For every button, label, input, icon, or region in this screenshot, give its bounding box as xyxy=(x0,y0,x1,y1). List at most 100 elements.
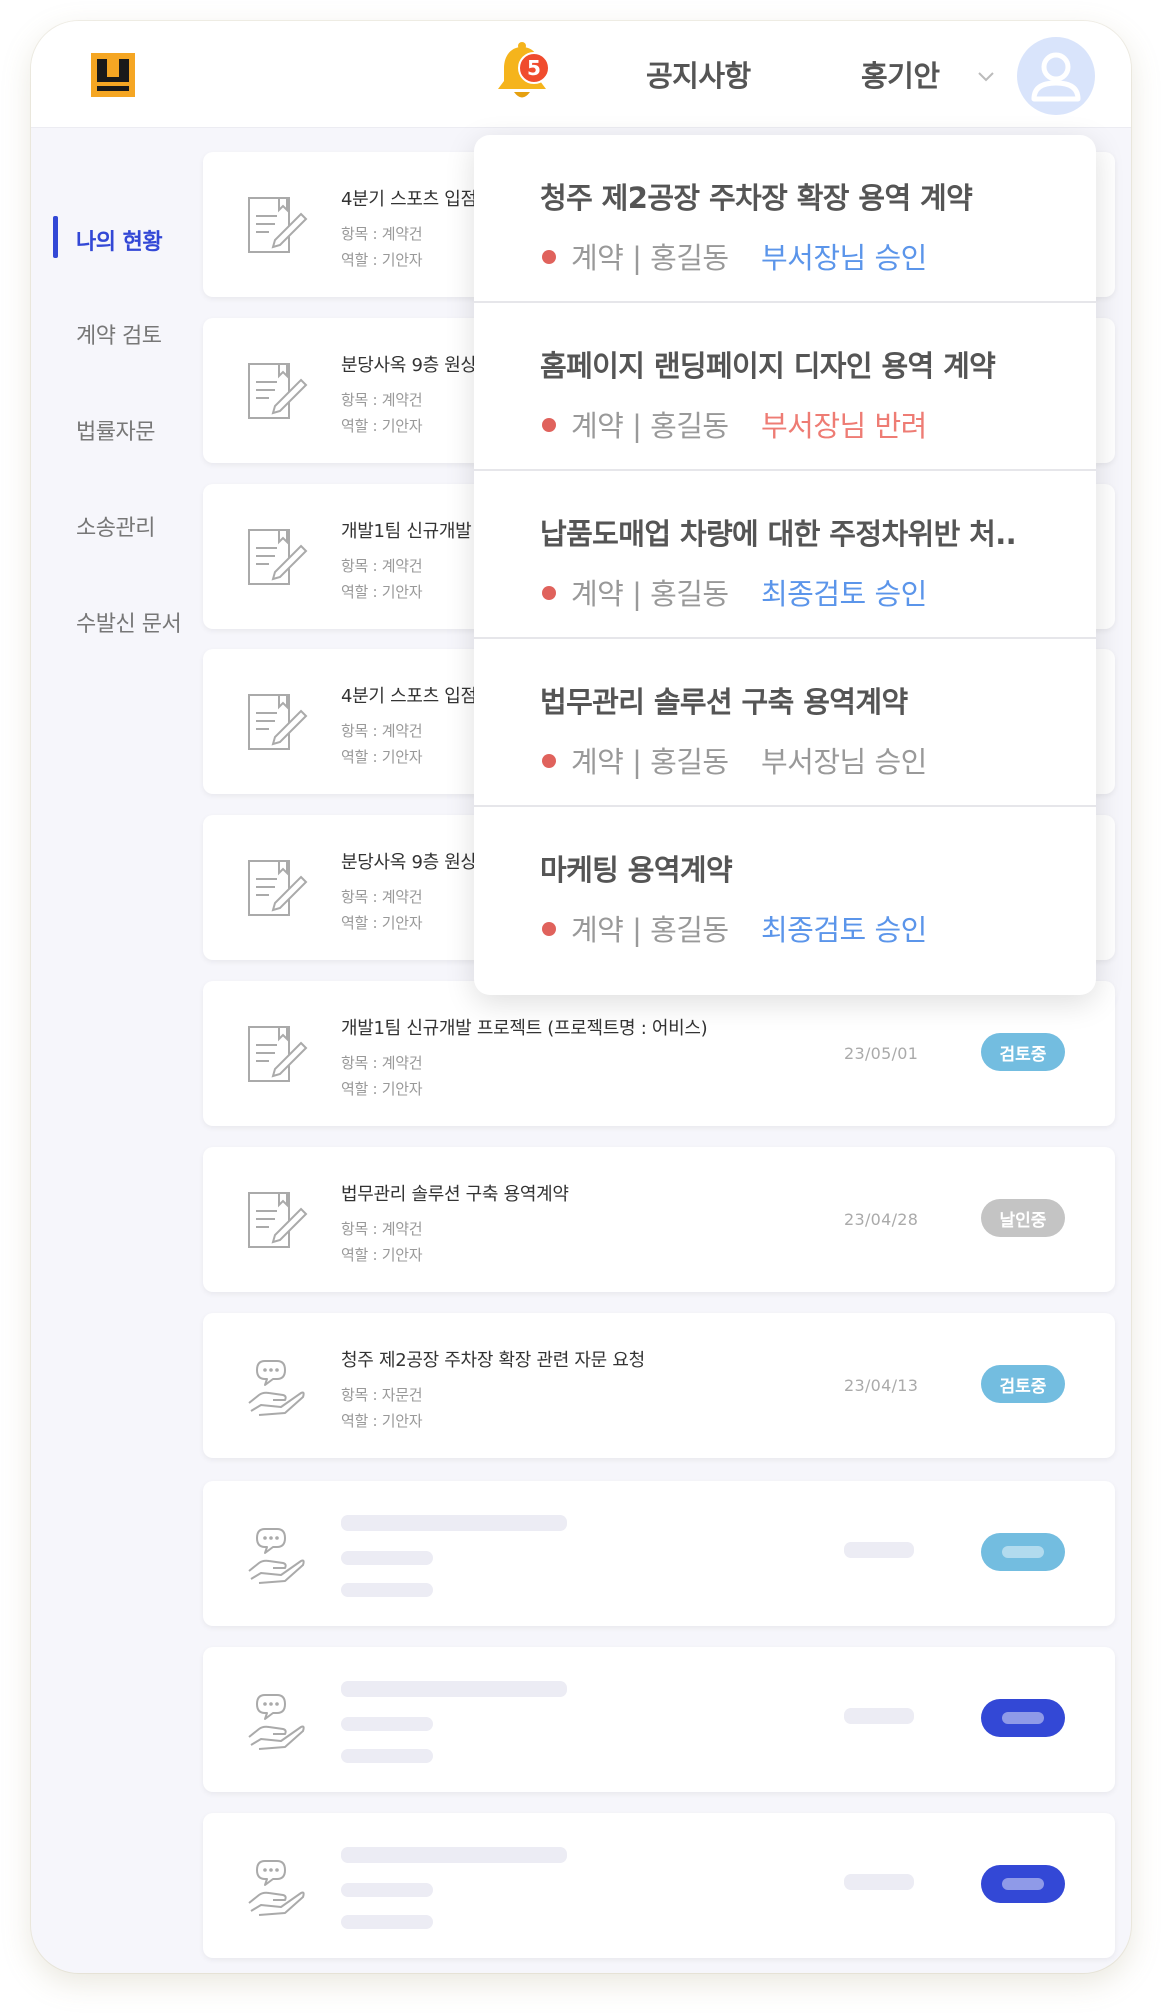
notification-status: 부서장님 승인 xyxy=(761,745,927,779)
notification-status: 부서장님 반려 xyxy=(761,409,927,443)
app-frame: 5 공지사항 홍기안 나의 현황 계약 검토 법률자문 소송관리 수발신 문서 xyxy=(31,21,1131,1973)
item-role: 역할 : 기안자 xyxy=(341,1412,423,1430)
document-pen-icon xyxy=(248,363,308,419)
unread-dot xyxy=(542,754,556,768)
skeleton-list-item xyxy=(203,1813,1115,1958)
active-indicator xyxy=(53,216,58,258)
sidebar-item-my-status[interactable]: 나의 현황 xyxy=(76,224,163,256)
document-pen-icon xyxy=(248,694,308,750)
document-pen-icon xyxy=(248,197,308,253)
skeleton-list-item xyxy=(203,1481,1115,1626)
notification-status: 최종검토 승인 xyxy=(761,577,927,611)
notice-link[interactable]: 공지사항 xyxy=(646,53,751,95)
skeleton-title xyxy=(341,1515,567,1531)
skeleton-line xyxy=(341,1717,433,1731)
hand-chat-icon xyxy=(248,1860,305,1916)
status-badge: 검토중 xyxy=(981,1033,1065,1071)
item-category: 항목 : 계약건 xyxy=(341,1220,423,1238)
item-role: 역할 : 기안자 xyxy=(341,1080,423,1098)
item-category: 항목 : 자문건 xyxy=(341,1386,423,1404)
document-pen-icon xyxy=(248,1026,308,1082)
skeleton-badge xyxy=(981,1865,1065,1903)
hand-chat-icon xyxy=(248,1694,305,1750)
list-item[interactable]: 개발1팀 신규개발 프로젝트 (프로젝트명 : 어비스) 항목 : 계약건 역할… xyxy=(203,981,1115,1126)
notification-status: 최종검토 승인 xyxy=(761,913,927,947)
notification-title: 마케팅 용역계약 xyxy=(540,853,733,887)
item-category: 항목 : 계약건 xyxy=(341,1054,423,1072)
status-badge: 날인중 xyxy=(981,1199,1065,1237)
notification-item[interactable]: 마케팅 용역계약 계약 | 홍길동 최종검토 승인 xyxy=(474,807,1096,975)
document-pen-icon xyxy=(248,529,308,585)
hand-chat-icon xyxy=(248,1360,305,1416)
chevron-down-icon[interactable] xyxy=(976,69,996,83)
hand-chat-icon xyxy=(248,1528,305,1584)
sidebar-item-legal-advice[interactable]: 법률자문 xyxy=(76,414,155,446)
notification-item[interactable]: 홈페이지 랜딩페이지 디자인 용역 계약 계약 | 홍길동 부서장님 반려 xyxy=(474,303,1096,471)
skeleton-title xyxy=(341,1681,567,1697)
skeleton-list-item xyxy=(203,1647,1115,1792)
item-category: 항목 : 계약건 xyxy=(341,225,423,243)
unread-dot xyxy=(542,586,556,600)
top-header: 5 공지사항 홍기안 xyxy=(31,21,1131,128)
item-title: 개발1팀 신규개발 xyxy=(341,521,472,542)
notification-item[interactable]: 법무관리 솔루션 구축 용역계약 계약 | 홍길동 부서장님 승인 xyxy=(474,639,1096,807)
user-name[interactable]: 홍기안 xyxy=(861,53,940,95)
sidebar-item-contract-review[interactable]: 계약 검토 xyxy=(76,318,162,350)
notification-meta: 계약 | 홍길동 xyxy=(571,577,729,611)
menu-icon[interactable] xyxy=(91,53,135,97)
skeleton-line xyxy=(341,1583,433,1597)
notification-meta: 계약 | 홍길동 xyxy=(571,241,729,275)
notification-status: 부서장님 승인 xyxy=(761,241,927,275)
item-title: 법무관리 솔루션 구축 용역계약 xyxy=(341,1184,569,1205)
notification-item[interactable]: 청주 제2공장 주차장 확장 용역 계약 계약 | 홍길동 부서장님 승인 xyxy=(474,135,1096,303)
notification-title: 법무관리 솔루션 구축 용역계약 xyxy=(540,685,908,719)
skeleton-line xyxy=(341,1749,433,1763)
item-role: 역할 : 기안자 xyxy=(341,748,423,766)
notification-meta: 계약 | 홍길동 xyxy=(571,913,729,947)
skeleton-date xyxy=(844,1708,914,1724)
sidebar: 나의 현황 계약 검토 법률자문 소송관리 수발신 문서 xyxy=(31,128,201,728)
notification-title: 납품도매업 차량에 대한 주정차위반 처.. xyxy=(540,517,1017,551)
avatar[interactable] xyxy=(1017,37,1095,115)
skeleton-badge xyxy=(981,1699,1065,1737)
item-date: 23/04/28 xyxy=(844,1210,919,1229)
skeleton-title xyxy=(341,1847,567,1863)
item-title: 분당사옥 9층 원상 xyxy=(341,355,477,376)
skeleton-line xyxy=(341,1915,433,1929)
notification-title: 청주 제2공장 주차장 확장 용역 계약 xyxy=(540,181,973,215)
notification-item[interactable]: 납품도매업 차량에 대한 주정차위반 처.. 계약 | 홍길동 최종검토 승인 xyxy=(474,471,1096,639)
unread-dot xyxy=(542,418,556,432)
skeleton-badge xyxy=(981,1533,1065,1571)
item-role: 역할 : 기안자 xyxy=(341,417,423,435)
list-item[interactable]: 법무관리 솔루션 구축 용역계약 항목 : 계약건 역할 : 기안자 23/04… xyxy=(203,1147,1115,1292)
item-role: 역할 : 기안자 xyxy=(341,1246,423,1264)
skeleton-date xyxy=(844,1874,914,1890)
status-badge: 검토중 xyxy=(981,1365,1065,1403)
document-pen-icon xyxy=(248,1192,308,1248)
item-role: 역할 : 기안자 xyxy=(341,583,423,601)
item-role: 역할 : 기안자 xyxy=(341,251,423,269)
item-title: 4분기 스포츠 입점 xyxy=(341,189,477,210)
item-title: 분당사옥 9층 원상 xyxy=(341,852,477,873)
item-date: 23/05/01 xyxy=(844,1044,919,1063)
sidebar-item-documents[interactable]: 수발신 문서 xyxy=(76,606,182,638)
notification-title: 홈페이지 랜딩페이지 디자인 용역 계약 xyxy=(540,349,996,383)
notification-meta: 계약 | 홍길동 xyxy=(571,745,729,779)
item-date: 23/04/13 xyxy=(844,1376,919,1395)
item-category: 항목 : 계약건 xyxy=(341,888,423,906)
sidebar-item-litigation[interactable]: 소송관리 xyxy=(76,510,155,542)
item-role: 역할 : 기안자 xyxy=(341,914,423,932)
item-title: 개발1팀 신규개발 프로젝트 (프로젝트명 : 어비스) xyxy=(341,1018,708,1039)
item-category: 항목 : 계약건 xyxy=(341,722,423,740)
skeleton-line xyxy=(341,1551,433,1565)
skeleton-line xyxy=(341,1883,433,1897)
item-category: 항목 : 계약건 xyxy=(341,557,423,575)
document-pen-icon xyxy=(248,860,308,916)
notification-dropdown: 청주 제2공장 주차장 확장 용역 계약 계약 | 홍길동 부서장님 승인 홈페… xyxy=(474,135,1096,995)
list-item[interactable]: 청주 제2공장 주차장 확장 관련 자문 요청 항목 : 자문건 역할 : 기안… xyxy=(203,1313,1115,1458)
item-title: 4분기 스포츠 입점 xyxy=(341,686,477,707)
item-category: 항목 : 계약건 xyxy=(341,391,423,409)
skeleton-date xyxy=(844,1542,914,1558)
user-icon xyxy=(1031,52,1081,102)
unread-dot xyxy=(542,250,556,264)
